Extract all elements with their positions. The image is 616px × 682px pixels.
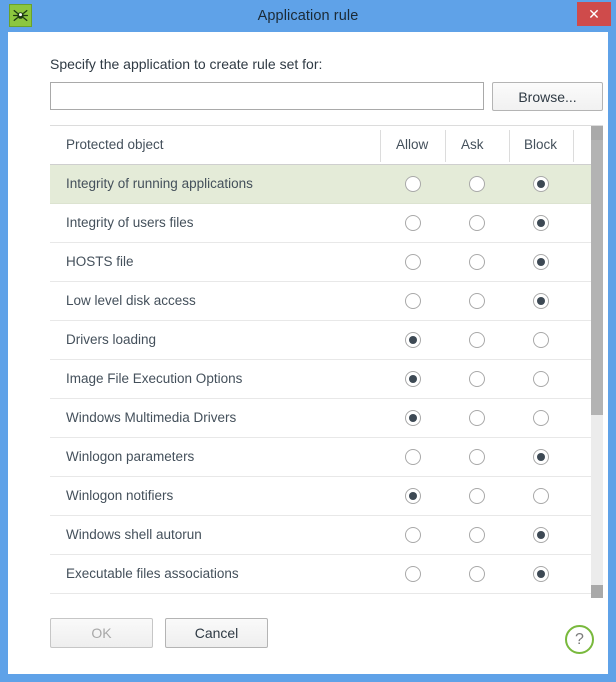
table-row[interactable]: Winlogon parameters <box>50 438 603 477</box>
table-row[interactable]: Drivers loading <box>50 321 603 360</box>
row-label: Integrity of running applications <box>66 165 253 203</box>
radio-allow[interactable] <box>405 176 421 192</box>
radio-block[interactable] <box>533 176 549 192</box>
ok-button[interactable]: OK <box>50 618 153 648</box>
row-label: Executable files associations <box>66 555 239 593</box>
row-label: Integrity of users files <box>66 204 194 242</box>
row-label: Windows shell autorun <box>66 516 202 554</box>
table-row[interactable]: HOSTS file <box>50 243 603 282</box>
radio-ask[interactable] <box>469 449 485 465</box>
row-label: Winlogon parameters <box>66 438 194 476</box>
radio-block[interactable] <box>533 332 549 348</box>
radio-allow[interactable] <box>405 449 421 465</box>
protected-objects-table: Protected object Allow Ask Block Integri… <box>50 125 603 598</box>
dialog-body: Specify the application to create rule s… <box>8 32 608 674</box>
radio-ask[interactable] <box>469 566 485 582</box>
radio-ask[interactable] <box>469 410 485 426</box>
radio-allow[interactable] <box>405 254 421 270</box>
radio-block[interactable] <box>533 449 549 465</box>
radio-block[interactable] <box>533 215 549 231</box>
radio-ask[interactable] <box>469 488 485 504</box>
scroll-down-icon[interactable] <box>591 585 603 598</box>
table-row[interactable]: Windows shell autorun <box>50 516 603 555</box>
header-divider <box>445 130 446 162</box>
radio-ask[interactable] <box>469 215 485 231</box>
table-body: Integrity of running applicationsIntegri… <box>50 165 603 598</box>
radio-block[interactable] <box>533 293 549 309</box>
column-header-allow: Allow <box>396 126 428 164</box>
column-header-protected-object: Protected object <box>66 126 164 164</box>
column-header-ask: Ask <box>461 126 484 164</box>
table-row[interactable]: Integrity of users files <box>50 204 603 243</box>
radio-ask[interactable] <box>469 332 485 348</box>
table-row[interactable]: Image File Execution Options <box>50 360 603 399</box>
header-divider <box>509 130 510 162</box>
application-path-input[interactable] <box>50 82 484 110</box>
browse-button[interactable]: Browse... <box>492 82 603 111</box>
radio-allow[interactable] <box>405 371 421 387</box>
row-label: Drivers loading <box>66 321 156 359</box>
titlebar: Application rule ✕ <box>0 0 616 32</box>
radio-ask[interactable] <box>469 293 485 309</box>
radio-ask[interactable] <box>469 176 485 192</box>
radio-allow[interactable] <box>405 566 421 582</box>
radio-allow[interactable] <box>405 332 421 348</box>
column-header-block: Block <box>524 126 557 164</box>
table-row[interactable]: Executable files associations <box>50 555 603 594</box>
radio-ask[interactable] <box>469 371 485 387</box>
radio-ask[interactable] <box>469 254 485 270</box>
radio-block[interactable] <box>533 527 549 543</box>
radio-allow[interactable] <box>405 410 421 426</box>
cancel-button[interactable]: Cancel <box>165 618 268 648</box>
radio-allow[interactable] <box>405 215 421 231</box>
radio-allow[interactable] <box>405 293 421 309</box>
window-title: Application rule <box>0 0 616 32</box>
close-icon[interactable]: ✕ <box>577 2 611 26</box>
prompt-label: Specify the application to create rule s… <box>50 56 322 72</box>
table-row[interactable]: Low level disk access <box>50 282 603 321</box>
row-label: Winlogon notifiers <box>66 477 173 515</box>
radio-allow[interactable] <box>405 527 421 543</box>
help-icon[interactable]: ? <box>565 625 594 654</box>
row-label: Windows Multimedia Drivers <box>66 399 236 437</box>
radio-allow[interactable] <box>405 488 421 504</box>
table-row[interactable]: Winlogon notifiers <box>50 477 603 516</box>
scroll-up-icon[interactable] <box>591 126 603 140</box>
radio-ask[interactable] <box>469 527 485 543</box>
radio-block[interactable] <box>533 410 549 426</box>
header-divider <box>573 130 574 162</box>
row-label: Low level disk access <box>66 282 196 320</box>
table-scrollbar[interactable] <box>591 126 603 598</box>
scrollbar-thumb[interactable] <box>591 140 603 415</box>
table-row[interactable]: Windows Multimedia Drivers <box>50 399 603 438</box>
row-label: HOSTS file <box>66 243 134 281</box>
table-row[interactable] <box>50 594 603 598</box>
row-label: Image File Execution Options <box>66 360 242 398</box>
radio-block[interactable] <box>533 488 549 504</box>
radio-block[interactable] <box>533 371 549 387</box>
table-row[interactable]: Integrity of running applications <box>50 165 603 204</box>
application-rule-dialog: Application rule ✕ Specify the applicati… <box>0 0 616 682</box>
header-divider <box>380 130 381 162</box>
table-header-row: Protected object Allow Ask Block <box>50 126 603 165</box>
radio-block[interactable] <box>533 254 549 270</box>
radio-block[interactable] <box>533 566 549 582</box>
